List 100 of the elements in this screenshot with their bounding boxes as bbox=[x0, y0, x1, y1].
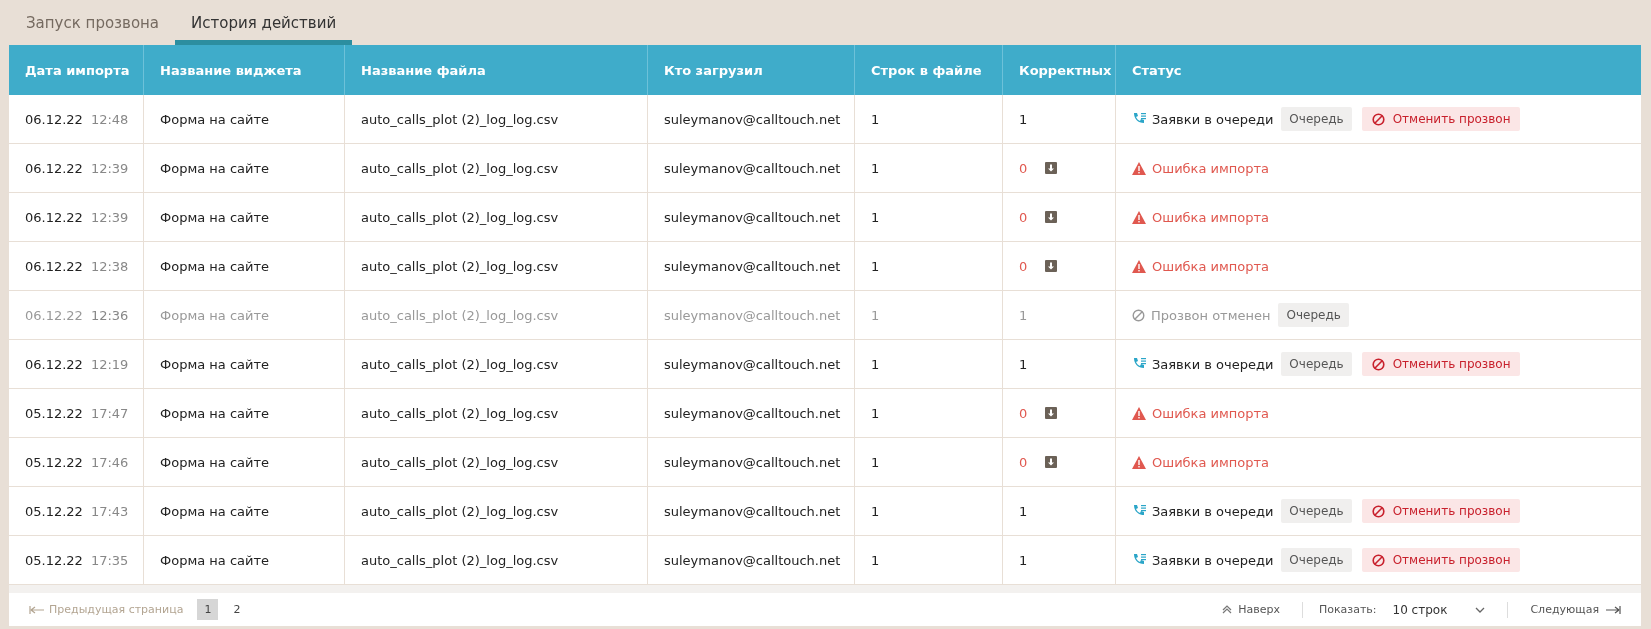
table-cell: auto_calls_plot (2)_log_log.csv bbox=[345, 487, 648, 535]
table-cell: auto_calls_plot (2)_log_log.csv bbox=[345, 95, 648, 143]
table-cell: suleymanov@calltouch.net bbox=[648, 487, 855, 535]
table-cell: auto_calls_plot (2)_log_log.csv bbox=[345, 389, 648, 437]
page-button[interactable]: 1 bbox=[197, 599, 219, 620]
next-page-link[interactable]: Следующая bbox=[1524, 602, 1627, 617]
table-cell: Форма на сайте bbox=[144, 144, 345, 192]
download-icon[interactable] bbox=[1045, 407, 1058, 419]
table-cell: auto_calls_plot (2)_log_log.csv bbox=[345, 536, 648, 584]
forbidden-icon bbox=[1371, 112, 1385, 126]
queue-button[interactable]: Очередь bbox=[1281, 352, 1352, 376]
date-text: 06.12.22 bbox=[25, 209, 83, 225]
table-cell: Форма на сайте bbox=[144, 389, 345, 437]
arrow-to-start-icon bbox=[29, 605, 45, 614]
queue-button[interactable]: Очередь bbox=[1281, 548, 1352, 572]
correct-count: 1 bbox=[1019, 503, 1028, 519]
date-text: 06.12.22 bbox=[25, 160, 83, 176]
cancel-call-button[interactable]: Отменить прозвон bbox=[1361, 499, 1521, 523]
time-text: 17:46 bbox=[90, 454, 129, 470]
cancel-call-button[interactable]: Отменить прозвон bbox=[1361, 548, 1521, 572]
table-cell: auto_calls_plot (2)_log_log.csv bbox=[345, 242, 648, 290]
warning-icon bbox=[1132, 210, 1146, 224]
date-text: 05.12.22 bbox=[25, 503, 83, 519]
date-text: 06.12.22 bbox=[25, 111, 83, 127]
back-to-top-link[interactable]: Наверх bbox=[1216, 602, 1286, 617]
date-text: 05.12.22 bbox=[25, 552, 83, 568]
correct-count: 1 bbox=[1019, 307, 1028, 323]
phone-list-icon bbox=[1132, 357, 1146, 371]
queue-button[interactable]: Очередь bbox=[1278, 303, 1349, 327]
table-cell: 1 bbox=[855, 242, 1003, 290]
correct-count: 1 bbox=[1019, 356, 1028, 372]
table-cell: auto_calls_plot (2)_log_log.csv bbox=[345, 340, 648, 388]
table-cell: suleymanov@calltouch.net bbox=[648, 291, 855, 339]
time-text: 12:48 bbox=[90, 111, 129, 127]
phone-list-icon bbox=[1132, 553, 1146, 567]
status-text: Заявки в очереди bbox=[1152, 111, 1274, 127]
time-text: 17:35 bbox=[90, 552, 129, 568]
column-header: Кто загрузил bbox=[648, 45, 855, 95]
table-cell: suleymanov@calltouch.net bbox=[648, 95, 855, 143]
table-cell: 1 bbox=[855, 193, 1003, 241]
table-cell: auto_calls_plot (2)_log_log.csv bbox=[345, 438, 648, 486]
table-cell: auto_calls_plot (2)_log_log.csv bbox=[345, 291, 648, 339]
status-text: Ошибка импорта bbox=[1152, 258, 1270, 274]
status-text: Ошибка импорта bbox=[1152, 160, 1270, 176]
date-text: 06.12.22 bbox=[25, 307, 83, 323]
rows-per-page-dropdown[interactable]: 10 строк bbox=[1386, 601, 1492, 618]
table-cell: 1 bbox=[855, 144, 1003, 192]
queue-button[interactable]: Очередь bbox=[1281, 499, 1352, 523]
time-text: 17:43 bbox=[90, 503, 129, 519]
column-header: Корректных bbox=[1003, 45, 1116, 95]
correct-count: 1 bbox=[1019, 111, 1028, 127]
download-icon[interactable] bbox=[1045, 211, 1058, 223]
table-cell: suleymanov@calltouch.net bbox=[648, 438, 855, 486]
time-text: 12:39 bbox=[90, 209, 129, 225]
time-text: 12:39 bbox=[90, 160, 129, 176]
table-cell: 1 bbox=[855, 95, 1003, 143]
table-cell: auto_calls_plot (2)_log_log.csv bbox=[345, 144, 648, 192]
download-icon[interactable] bbox=[1045, 162, 1058, 174]
date-text: 05.12.22 bbox=[25, 454, 83, 470]
time-text: 12:19 bbox=[90, 356, 129, 372]
table-cell: 1 bbox=[855, 438, 1003, 486]
warning-icon bbox=[1132, 161, 1146, 175]
table-cell: Форма на сайте bbox=[144, 242, 345, 290]
table-cell: Форма на сайте bbox=[144, 340, 345, 388]
table-cell: 1 bbox=[855, 340, 1003, 388]
table-cell: Форма на сайте bbox=[144, 438, 345, 486]
correct-count: 0 bbox=[1019, 209, 1028, 225]
column-header: Название файла bbox=[345, 45, 648, 95]
queue-button[interactable]: Очередь bbox=[1281, 107, 1352, 131]
download-icon[interactable] bbox=[1045, 260, 1058, 272]
arrow-to-end-icon bbox=[1605, 605, 1621, 614]
cancel-call-button[interactable]: Отменить прозвон bbox=[1361, 352, 1521, 376]
column-header: Статус bbox=[1131, 61, 1183, 80]
warning-icon bbox=[1132, 259, 1146, 273]
date-text: 06.12.22 bbox=[25, 258, 83, 274]
table-cell: Форма на сайте bbox=[144, 95, 345, 143]
time-text: 12:36 bbox=[90, 307, 129, 323]
correct-count: 0 bbox=[1019, 258, 1028, 274]
column-header: Название виджета bbox=[144, 45, 345, 95]
table-cell: suleymanov@calltouch.net bbox=[648, 144, 855, 192]
download-icon[interactable] bbox=[1045, 456, 1058, 468]
phone-list-icon bbox=[1132, 504, 1146, 518]
table-cell: Форма на сайте bbox=[144, 193, 345, 241]
status-text: Заявки в очереди bbox=[1152, 552, 1274, 568]
correct-count: 0 bbox=[1019, 405, 1028, 421]
cancel-call-button[interactable]: Отменить прозвон bbox=[1361, 107, 1521, 131]
table-cell: 1 bbox=[855, 291, 1003, 339]
time-text: 17:47 bbox=[90, 405, 129, 421]
status-text: Заявки в очереди bbox=[1152, 503, 1274, 519]
table-cell: suleymanov@calltouch.net bbox=[648, 242, 855, 290]
warning-icon bbox=[1132, 455, 1146, 469]
tab[interactable]: Запуск прозвона bbox=[10, 0, 176, 45]
table-cell: suleymanov@calltouch.net bbox=[648, 536, 855, 584]
page-button[interactable]: 2 bbox=[226, 599, 248, 620]
forbidden-icon bbox=[1132, 308, 1145, 322]
status-text: Заявки в очереди bbox=[1152, 356, 1274, 372]
table-cell: Форма на сайте bbox=[144, 536, 345, 584]
forbidden-icon bbox=[1371, 504, 1385, 518]
table-cell: 1 bbox=[855, 389, 1003, 437]
table-cell: Форма на сайте bbox=[144, 291, 345, 339]
